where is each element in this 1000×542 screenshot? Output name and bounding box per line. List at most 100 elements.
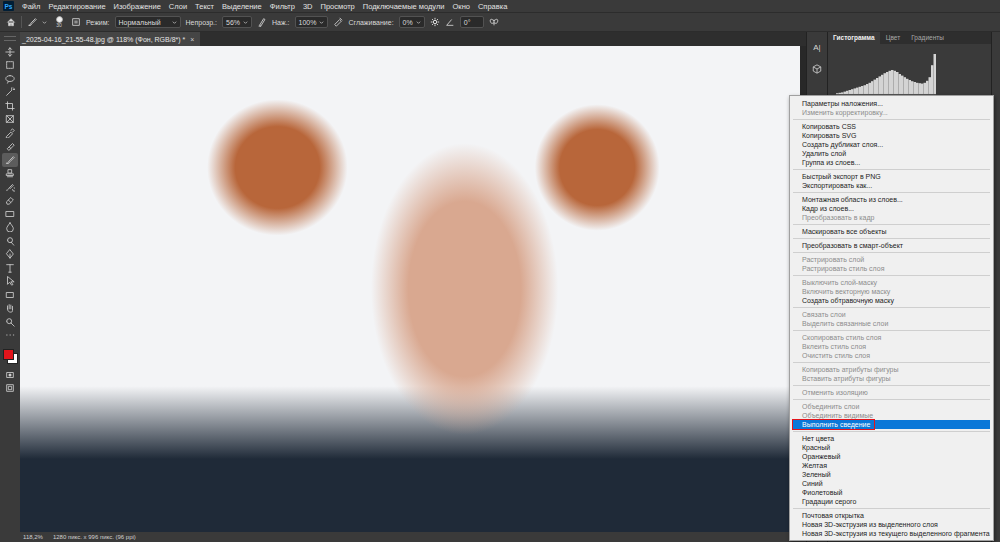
opacity-label: Непрозр.:: [186, 19, 217, 26]
smoothing-field[interactable]: 0%: [399, 16, 425, 28]
tool-button[interactable]: [2, 315, 18, 329]
tool-button[interactable]: [2, 207, 18, 221]
tool-button[interactable]: [2, 167, 18, 181]
menu-item[interactable]: Группа из слоев...: [793, 158, 990, 167]
quick-mask-button[interactable]: [2, 368, 18, 382]
menu-item[interactable]: Копировать CSS: [793, 122, 990, 131]
menu-bar-item[interactable]: Выделение: [222, 2, 262, 11]
menu-bar-item[interactable]: Файл: [22, 2, 40, 11]
tool-button[interactable]: [2, 302, 18, 316]
histogram-bar: [894, 71, 897, 94]
menu-item[interactable]: Преобразовать в смарт-объект: [793, 241, 990, 250]
screen-mode-button[interactable]: [2, 382, 18, 396]
menu-item[interactable]: Желтая: [793, 461, 990, 470]
menu-item[interactable]: Градации серого: [793, 497, 990, 506]
menu-item[interactable]: Синий: [793, 479, 990, 488]
menu-item[interactable]: Новая 3D-экструзия из выделенного слоя: [793, 520, 990, 529]
panel-tab[interactable]: Цвет: [881, 32, 906, 44]
menu-item: Очистить стиль слоя: [793, 351, 990, 360]
tool-button[interactable]: [2, 59, 18, 73]
menu-bar-item[interactable]: Окно: [453, 2, 470, 11]
tool-button[interactable]: [2, 113, 18, 127]
symmetry-butterfly-icon[interactable]: [489, 17, 499, 27]
menu-bar-item[interactable]: Просмотр: [321, 2, 355, 11]
tool-button[interactable]: [2, 221, 18, 235]
menu-item[interactable]: Нет цвета: [793, 434, 990, 443]
tool-button[interactable]: [2, 234, 18, 248]
foreground-color-swatch[interactable]: [3, 349, 14, 360]
tool-button[interactable]: [2, 248, 18, 262]
flow-field[interactable]: 100%: [295, 16, 329, 28]
toolbar-grip[interactable]: [4, 36, 16, 41]
app-logo[interactable]: Ps: [3, 1, 14, 11]
histogram-bar: [931, 65, 934, 94]
histogram-bar: [864, 85, 867, 94]
histogram-bar: [889, 71, 892, 94]
eraser-icon: [5, 195, 15, 205]
tool-button[interactable]: [2, 329, 18, 343]
menu-bar-item[interactable]: Справка: [478, 2, 507, 11]
gear-icon[interactable]: [430, 17, 440, 27]
tool-button[interactable]: [2, 288, 18, 302]
menu-item[interactable]: Маскировать все объекты: [793, 227, 990, 236]
pressure-opacity-icon[interactable]: [257, 17, 267, 27]
menu-item[interactable]: Монтажная область из слоев...: [793, 195, 990, 204]
tool-button[interactable]: [2, 45, 18, 59]
tool-button[interactable]: [2, 126, 18, 140]
panel-button[interactable]: A|: [809, 40, 825, 54]
crop-icon: [5, 101, 15, 111]
tool-button[interactable]: [2, 153, 18, 167]
document-tab[interactable]: _2025-04-16_21-55-48.jpg @ 118% (Фон, RG…: [20, 32, 200, 46]
angle-field[interactable]: 0°: [460, 16, 484, 28]
brush-preset-picker[interactable]: 30: [52, 16, 66, 28]
menu-separator: [793, 307, 990, 308]
menu-item[interactable]: Создать обтравочную маску: [793, 296, 990, 305]
tool-button[interactable]: [2, 275, 18, 289]
tool-button[interactable]: [2, 72, 18, 86]
tool-button[interactable]: [2, 140, 18, 154]
menu-item[interactable]: Фиолетовый: [793, 488, 990, 497]
menu-item[interactable]: Кадр из слоев...: [793, 204, 990, 213]
menu-item[interactable]: Выполнить сведение: [793, 420, 990, 429]
menu-bar-item[interactable]: Текст: [195, 2, 214, 11]
menu-separator: [793, 275, 990, 276]
menu-item[interactable]: Удалить слой: [793, 149, 990, 158]
menu-bar-item[interactable]: Слои: [169, 2, 187, 11]
menu-item[interactable]: Создать дубликат слоя...: [793, 140, 990, 149]
home-icon[interactable]: [6, 17, 16, 27]
close-tab-button[interactable]: ×: [190, 36, 194, 43]
mode-select[interactable]: Нормальный: [115, 16, 181, 28]
panel-tab[interactable]: Гистограмма: [828, 32, 880, 44]
histogram-bar: [899, 74, 902, 94]
type-icon: [5, 263, 15, 273]
tool-button[interactable]: [2, 86, 18, 100]
tool-button[interactable]: [2, 261, 18, 275]
opacity-field[interactable]: 56%: [222, 16, 252, 28]
menu-bar-item[interactable]: 3D: [303, 2, 313, 11]
menu-bar-item[interactable]: Подключаемые модули: [363, 2, 445, 11]
dropdown-arrow-icon[interactable]: [42, 20, 47, 25]
panel-tab[interactable]: Градиенты: [906, 32, 949, 44]
menu-bar-item[interactable]: Фильтр: [270, 2, 295, 11]
menu-item[interactable]: Зеленый: [793, 470, 990, 479]
panel-button[interactable]: [809, 62, 825, 76]
tool-button[interactable]: [2, 180, 18, 194]
menu-item[interactable]: Почтовая открытка: [793, 511, 990, 520]
brush-settings-icon[interactable]: [71, 17, 81, 27]
canvas[interactable]: [20, 46, 806, 532]
menu-bar-item[interactable]: Редактирование: [48, 2, 105, 11]
tool-button[interactable]: [2, 99, 18, 113]
menu-item[interactable]: Оранжевый: [793, 452, 990, 461]
menu-item[interactable]: Экспортировать как...: [793, 181, 990, 190]
zoom-level[interactable]: 118,2%: [23, 534, 43, 540]
menu-item[interactable]: Новая 3D-экструзия из текущего выделенно…: [793, 529, 990, 538]
menu-item[interactable]: Копировать SVG: [793, 131, 990, 140]
menu-bar-item[interactable]: Изображение: [114, 2, 161, 11]
brush-tool-icon[interactable]: [27, 17, 37, 27]
menu-item[interactable]: Параметры наложения...: [793, 99, 990, 108]
tool-button[interactable]: [2, 194, 18, 208]
menu-item[interactable]: Красный: [793, 443, 990, 452]
airbrush-icon[interactable]: [333, 17, 343, 27]
document-tab-bar: _2025-04-16_21-55-48.jpg @ 118% (Фон, RG…: [20, 32, 806, 46]
menu-item[interactable]: Быстрый экспорт в PNG: [793, 172, 990, 181]
